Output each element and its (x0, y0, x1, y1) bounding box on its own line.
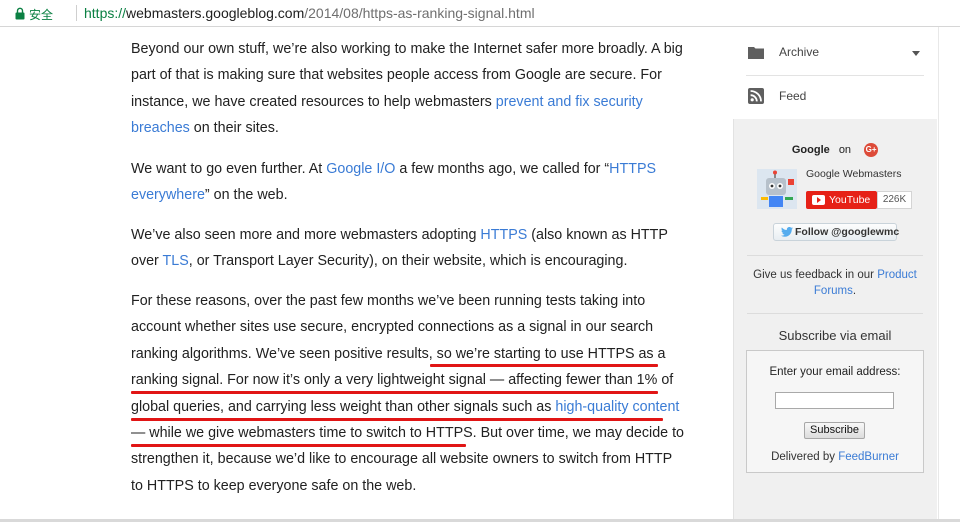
text-line: ranking signal. For now it’s only a very… (131, 367, 679, 393)
url-text[interactable]: https://webmasters.googleblog.com/2014/0… (84, 5, 535, 21)
text-segment: Beyond our own stuff, we’re also working… (131, 41, 683, 57)
text-line: We want to go even further. At Google I/… (131, 156, 679, 182)
text-segment: global queries, and carrying less weight… (131, 398, 556, 415)
feedburner-link[interactable]: FeedBurner (838, 451, 899, 463)
text-line: We’ve also seen more and more webmasters… (131, 222, 679, 248)
text-line: For these reasons, over the past few mon… (131, 288, 679, 314)
channel-name: Google Webmasters (806, 168, 902, 180)
text-segment: account whether sites use secure, encryp… (131, 319, 654, 336)
text-segment: part of that is making sure that website… (131, 67, 662, 84)
text-line: instance, we have created resources to h… (131, 89, 679, 115)
text-line: strengthen it, because we’d like to enco… (131, 446, 679, 472)
url-path: /2014/08/https-as-ranking-signal.html (304, 5, 535, 21)
highlight-underline-3 (131, 418, 663, 421)
feedback-suffix: . (852, 285, 857, 297)
secure-label: 安全 (29, 8, 54, 22)
feedback-text: Give us feedback in our Product Forums. (745, 267, 925, 299)
archive-dropdown[interactable]: Archive (746, 38, 924, 68)
sidebar-top: Archive Feed (733, 27, 937, 119)
text-segment: ranking signal. For now it’s only a very… (131, 372, 674, 389)
email-field[interactable] (775, 392, 894, 409)
highlight-underline-2 (131, 391, 658, 394)
email-subscribe-form: Enter your email address: Subscribe Deli… (746, 350, 924, 473)
youtube-subscriber-count: 226K (877, 191, 912, 209)
subscribe-title: Subscribe via email (778, 328, 892, 343)
inline-link[interactable]: HTTPS (480, 227, 527, 243)
inline-link[interactable]: breaches (131, 120, 190, 136)
text-segment: (also known as HTTP (527, 227, 668, 243)
scrollbar-track[interactable] (938, 27, 960, 522)
webmasters-mascot-avatar[interactable] (757, 169, 797, 209)
sidebar-divider (747, 313, 923, 314)
archive-label: Archive (779, 45, 820, 59)
rss-feed-icon (748, 88, 764, 104)
text-line: breaches on their sites. (131, 115, 679, 141)
url-host: webmasters.googleblog.com (126, 5, 305, 21)
inline-link[interactable]: HTTPS (609, 161, 656, 177)
text-segment: We’ve also seen more and more webmasters… (131, 227, 481, 243)
text-segment: We want to go even further. At (131, 161, 327, 177)
twitter-bird-icon (781, 227, 793, 237)
text-segment: strengthen it, because we’d like to enco… (131, 451, 673, 468)
text-line: Beyond our own stuff, we’re also working… (131, 36, 683, 62)
email-label: Enter your email address: (769, 366, 901, 378)
text-segment: a few months ago, we called for “ (395, 161, 610, 177)
youtube-play-icon (812, 195, 825, 205)
paragraph-1: Beyond our own stuff, we’re also working… (131, 36, 683, 142)
inline-link[interactable]: high-quality content (555, 399, 679, 415)
text-line: everywhere” on the web. (131, 182, 679, 208)
text-segment: to HTTPS to keep everyone safe on the we… (131, 477, 417, 494)
google-label: Google (791, 143, 830, 156)
inline-link[interactable]: prevent and fix security (496, 94, 643, 110)
highlight-underline-4 (131, 444, 466, 447)
youtube-label: YouTube (829, 194, 871, 206)
text-line: — while we give webmasters time to switc… (131, 420, 684, 446)
text-line: to HTTPS to keep everyone safe on the we… (131, 473, 679, 499)
twitter-follow-button[interactable]: Follow @googlewmc (773, 223, 900, 241)
text-line: global queries, and carrying less weight… (131, 394, 679, 420)
text-segment: , or Transport Layer Security), on their… (188, 253, 628, 270)
inline-link[interactable]: TLS (163, 253, 189, 269)
folder-icon (748, 47, 764, 59)
on-label: on (838, 143, 852, 156)
text-segment: For these reasons, over the past few mon… (131, 293, 646, 309)
text-segment: ” on the web. (204, 187, 288, 204)
text-segment: ranking algorithms. We’ve seen positive … (131, 345, 666, 362)
url-separator (76, 5, 77, 21)
url-scheme: https:// (84, 5, 127, 21)
lock-icon (15, 7, 25, 20)
feed-link[interactable]: Feed (746, 82, 924, 112)
sidebar-divider (747, 255, 923, 256)
google-on-gplus: Google on G+ (733, 143, 937, 157)
delivered-by: Delivered by FeedBurner (747, 451, 923, 463)
text-line: account whether sites use secure, encryp… (131, 314, 679, 340)
feed-label: Feed (779, 89, 807, 103)
paragraph-3: We’ve also seen more and more webmasters… (131, 222, 679, 275)
text-segment: over (131, 253, 163, 270)
robot-mascot-icon (757, 169, 797, 209)
inline-link[interactable]: everywhere (131, 187, 205, 203)
inline-link[interactable]: Google I/O (326, 161, 395, 177)
subscribe-button[interactable]: Subscribe (804, 422, 865, 439)
twitter-follow-label: Follow @googlewmc (795, 226, 900, 238)
chevron-down-icon (912, 51, 920, 56)
delivered-prefix: Delivered by (771, 451, 839, 463)
google-plus-icon[interactable]: G+ (864, 143, 879, 157)
sidebar: Archive Feed Google on G+ Google Webmast… (733, 27, 937, 522)
sidebar-divider (746, 75, 924, 76)
highlight-underline-1 (430, 364, 658, 367)
text-segment: — while we give webmasters time to switc… (131, 424, 685, 441)
address-bar[interactable]: 安全 https://webmasters.googleblog.com/201… (0, 0, 960, 27)
text-line: over TLS, or Transport Layer Security), … (131, 248, 679, 274)
paragraph-2: We want to go even further. At Google I/… (131, 156, 679, 209)
feedback-prefix: Give us feedback in our (753, 269, 878, 281)
text-segment: on their sites. (189, 120, 279, 137)
youtube-subscribe-button[interactable]: YouTube (806, 191, 877, 209)
text-line: part of that is making sure that website… (131, 62, 679, 88)
text-segment: instance, we have created resources to h… (131, 93, 496, 110)
